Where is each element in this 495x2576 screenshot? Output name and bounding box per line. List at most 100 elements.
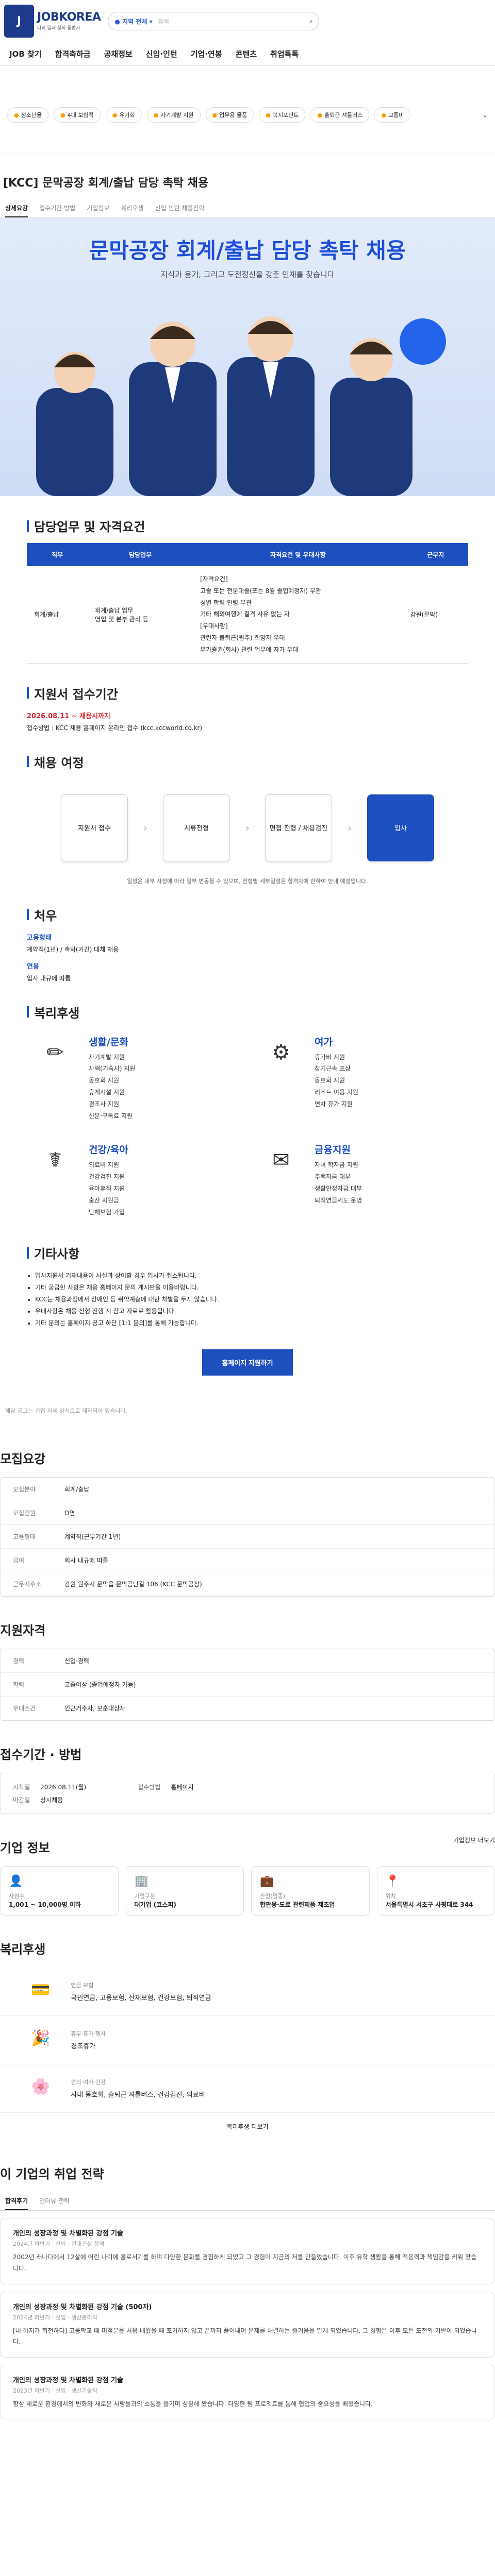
nav-item[interactable]: 기업·연봉 [191,48,222,59]
info-key: 경력 [13,1657,25,1665]
benefit-entry: 건강검진 지원 [89,1173,125,1181]
arrow-icon: › [245,821,250,834]
section-title: 복리후생 [27,982,468,1029]
nav-item[interactable]: JOB 찾기 [9,48,42,59]
strategy-card-title: 개인의 성장과정 및 차별화된 강점 기술 [13,2376,123,2384]
treat-label: 연봉 [27,962,39,971]
benefit-chip[interactable]: ● 자기계발 지원 [146,107,201,123]
benefit-entry: 동호회 지원 [315,1077,345,1084]
strategy-card-text: [내 하지가 회전하다] 고등학교 때 미적분을 처음 배웠을 때 포기하지 않… [13,2327,477,2346]
method-link[interactable]: 홈페이지 [171,1784,193,1791]
benefit-chip[interactable]: ● 교통비 [374,107,411,123]
benefit-icon: ✉ [272,1148,290,1173]
company-card-value: 대기업 (코스피) [134,1901,176,1909]
company-card-value: 1,001 ~ 10,000명 이하 [9,1901,81,1909]
welfare-icon: 🎉 [31,2029,51,2048]
benefit-item: ☤ 건강/육아 의료비 지원 건강검진 지원 육아휴직 지원 출산 지원금 단체보험 가입 [37,1142,232,1218]
company-more-link[interactable]: 기업정보 더보기 [453,1836,495,1844]
welfare-text: 사내 동호회, 출퇴근 셔틀버스, 건강검진, 의료비 [71,2091,205,2099]
info-row: 근무지주소 강원 원주시 문막읍 문막공단길 106 (KCC 문막공장) [1,1572,494,1597]
tab-interview[interactable]: 인터뷰 전략 [39,2192,70,2210]
step: 서류전형 [163,794,230,861]
info-key: 학력 [13,1681,25,1689]
benefit-chip[interactable]: ● 유기회 [105,107,142,123]
tab-company[interactable]: 기업정보 [87,199,109,217]
nav-item[interactable]: 취업톡톡 [270,48,299,59]
welfare-category: 휴무·휴가·행사 [71,2030,106,2038]
chevron-down-icon[interactable]: ⌄ [482,111,488,119]
strategy-card-title: 개인의 성장과정 및 차별화된 강점 기술 (500자) [13,2303,152,2311]
info-key: 근무지주소 [13,1581,42,1588]
tab-review[interactable]: 합격후기 [5,2192,28,2211]
benefit-icon: ✏ [46,1040,64,1064]
benefit-entry: 장기근속 포상 [315,1065,351,1073]
start-date: 2026.08.11(월) [40,1784,87,1791]
period-date: 2026.08.11 ~ 채용시까지 [27,712,110,720]
benefit-chip[interactable]: ● 청소년을 [7,107,49,123]
etc-list: 입사지원서 기재내용이 사실과 상이할 경우 입사가 취소됩니다.기타 궁금한 … [27,1270,468,1329]
search-icon[interactable]: ⌕ [309,18,313,25]
company-title: 기업 정보 [0,1841,50,1856]
benefit-item: ✏ 생활/문화 자기계발 지원 사택(기숙사) 지원 동호회 지원 휴게시설 지원 경조사 … [37,1035,232,1122]
company-card-icon: 👤 [9,1875,23,1888]
benefit-chip[interactable]: ● 출퇴근 셔틀버스 [310,107,370,123]
strategy-card[interactable]: 개인의 성장과정 및 차별화된 강점 기술 (500자) 2024년 하반기 · … [0,2291,495,2358]
end-date: 상시채용 [40,1797,63,1804]
company-card-icon: 📍 [385,1875,400,1888]
qual-title: 지원자격 [0,1623,46,1638]
benefit-item: ✉ 금융지원 자녀 학자금 지원 주택자금 대부 생활안정자금 대부 퇴직연금제도 운영 [263,1142,458,1218]
benefit-entry: 연차 휴가 지원 [315,1100,353,1108]
nav-item[interactable]: 합격축하금 [55,48,91,59]
welfare-more-link[interactable]: 복리후생 더보기 [0,2113,495,2140]
apply-box: 시작일 2026.08.11(월) 마감일 상시채용 접수방법 홈페이지 [0,1773,495,1815]
logo[interactable]: J JOBKOREA 나의 일과 삶의 동반자 [4,5,101,38]
search-bar[interactable]: ● 지역 전체 ▾ 검색 ⌕ [108,12,320,30]
duty-req: [자격요건] 고졸 또는 전문대졸(또는 8월 졸업예정자) 무관 성별 학력 … [193,566,403,664]
info-value: 신입·경력 [64,1657,89,1665]
company-card-value: 합판용·도료 관련제품 제조업 [260,1901,335,1909]
info-value: 회계/출납 [64,1486,90,1494]
strategy-card[interactable]: 개인의 성장과정 및 차별화된 강점 기술 2024년 하반기 · 신입 · 현대… [0,2218,495,2284]
company-card: 🏢 기업구분 대기업 (코스피) [125,1866,244,1916]
etc-line: 기타 궁금한 사항은 채용 홈페이지 문의 게시판을 이용바랍니다. [35,1282,468,1294]
step: 면접 전형 / 채용검진 [265,794,332,861]
nav-item[interactable]: 콘텐츠 [236,48,257,59]
tab-strategy[interactable]: 신입 인턴 채용전략 [155,199,205,217]
benefit-chip[interactable]: ● 업무용 물품 [205,107,254,123]
strategy-card-title: 개인의 성장과정 및 차별화된 강점 기술 [13,2230,123,2238]
step: 지원서 접수 [61,794,128,861]
welfare-title: 복리후생 [0,1942,46,1957]
arrow-icon: › [143,821,147,834]
tab-welfare[interactable]: 복리후생 [121,199,143,217]
benefit-chip[interactable]: ● 복지포인트 [259,107,306,123]
banner-subtitle: 지식과 용기, 그리고 도전정신을 갖춘 인재를 찾습니다 [160,270,335,279]
location-filter[interactable]: ● 지역 전체 ▾ [114,17,152,26]
strategy-card-text: 2002년 캐나다에서 12살에 어린 나이에 홀로서기를 하며 다양한 문화를… [13,2253,477,2272]
company-card: 📍 위치 서울특별시 서초구 사평대로 344 [376,1866,495,1916]
section-title: 지원서 접수기간 [27,664,468,710]
benefit-entry: 주택자금 대부 [315,1173,351,1181]
nav-item[interactable]: 신입·인턴 [146,48,177,59]
company-card-label: 산업(업종) [260,1893,286,1900]
logo-text: JOBKOREA [37,11,101,24]
company-card-value: 서울특별시 서초구 사평대로 344 [385,1901,473,1909]
strategy-card[interactable]: 개인의 성장과정 및 차별화된 강점 기술 2023년 하반기 · 신입 · 생산… [0,2364,495,2420]
col-header: 자격요건 및 우대사항 [193,543,403,566]
start-label: 시작일 [13,1784,30,1791]
tab-apply[interactable]: 접수기간·방법 [39,199,75,217]
nav-item[interactable]: 공채정보 [104,48,133,59]
apply-button[interactable]: 홈페이지 지원하기 [202,1349,293,1376]
treat-value: 계약직(1년) / 촉탁(기간) 대체 채용 [27,945,119,953]
benefit-entry: 휴게시설 지원 [89,1088,125,1096]
etc-line: 우대사항은 채용 전형 진행 시 참고 자료로 활용됩니다. [35,1306,468,1317]
detail-tabs: 상세요강 접수기간·방법 기업정보 복리후생 신입 인턴 채용전략 [0,199,495,218]
benefit-chip[interactable]: ● 4대 보험적 [54,107,101,123]
info-row: 급여 회사 내규에 따름 [1,1549,494,1573]
benefit-name: 금융지원 [315,1144,351,1156]
tab-detail[interactable]: 상세요강 [5,199,28,217]
strategy-card-meta: 2024년 하반기 · 신입 · 생산관리직 [13,2314,97,2321]
welfare-row: 🌸 편의·여가·건강 사내 동호회, 출퇴근 셔틀버스, 건강검진, 의료비 [0,2064,495,2113]
search-input[interactable]: 검색 [158,17,304,26]
col-header: 근무지 [403,543,468,566]
benefit-chips: ● 청소년을 ● 4대 보험적 ● 유기회 ● 자기계발 지원 ● 업무용 물품 ● 복지포… [0,66,495,154]
